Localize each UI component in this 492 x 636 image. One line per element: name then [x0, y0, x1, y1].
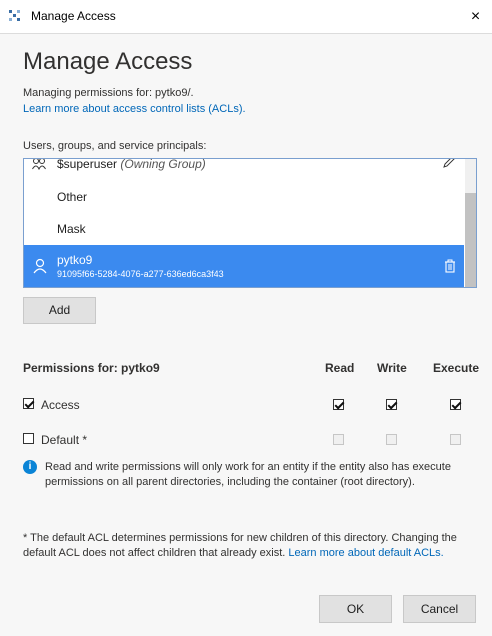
default-execute-checkbox [450, 434, 461, 445]
principal-name: $superuser (Owning Group) [57, 158, 206, 171]
permissions-for-heading: Permissions for: pytko9 [23, 361, 160, 375]
principal-name: pytko9 [57, 253, 93, 267]
default-label: Default * [41, 433, 88, 447]
user-icon [33, 258, 47, 274]
info-icon: i [23, 460, 37, 474]
scrollbar-thumb[interactable] [465, 193, 476, 287]
window-title: Manage Access [31, 9, 116, 23]
principal-name: Other [57, 190, 88, 204]
default-write-checkbox [386, 434, 397, 445]
default-checkbox[interactable] [23, 433, 34, 444]
info-text: Read and write permissions will only wor… [45, 461, 451, 488]
access-label: Access [41, 398, 80, 412]
dialog-heading: Manage Access [23, 48, 193, 75]
group-icon [32, 159, 46, 170]
trash-icon[interactable] [444, 259, 456, 273]
principal-name: Mask [57, 222, 86, 236]
managing-text: Managing permissions for: pytko9/. [23, 87, 194, 99]
principal-id: 91095f66-5284-4076-a277-636ed6ca3f43 [57, 269, 224, 279]
storage-explorer-icon [9, 10, 20, 21]
column-read: Read [325, 361, 355, 375]
list-item[interactable]: Other [24, 181, 464, 213]
access-read-checkbox[interactable] [333, 399, 344, 410]
access-checkbox[interactable] [23, 398, 34, 409]
access-execute-checkbox[interactable] [450, 399, 461, 410]
close-icon[interactable]: × [459, 0, 492, 33]
access-write-checkbox[interactable] [386, 399, 397, 410]
cancel-button[interactable]: Cancel [403, 595, 476, 623]
dialog-content: Manage Access Managing permissions for: … [0, 33, 492, 636]
column-write: Write [377, 361, 407, 375]
default-acl-footnote: * The default ACL determines permissions… [23, 531, 475, 561]
learn-more-acl-link[interactable]: Learn more about access control lists (A… [23, 103, 246, 115]
edit-icon[interactable] [442, 158, 456, 169]
list-item[interactable]: Mask [24, 213, 464, 245]
principals-label: Users, groups, and service principals: [23, 140, 207, 152]
learn-more-default-acl-link[interactable]: Learn more about default ACLs. [288, 547, 443, 559]
add-button[interactable]: Add [23, 297, 96, 324]
principals-list[interactable]: $superuser (Owning Group) Other Mask pyt… [23, 158, 477, 288]
list-scrollbar[interactable] [465, 159, 476, 287]
column-execute: Execute [433, 361, 480, 375]
default-read-checkbox [333, 434, 344, 445]
list-item-selected[interactable]: pytko9 91095f66-5284-4076-a277-636ed6ca3… [24, 245, 464, 287]
title-bar: Manage Access × [0, 0, 492, 33]
ok-button[interactable]: OK [319, 595, 392, 623]
